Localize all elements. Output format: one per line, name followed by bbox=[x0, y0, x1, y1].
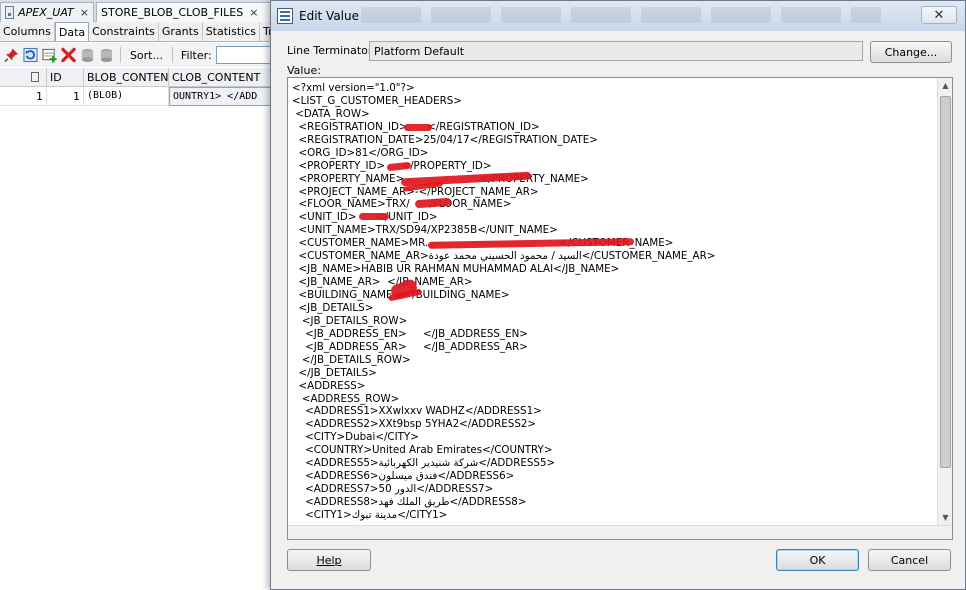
value-line: <REGISTRATION_DATE>25/04/17</REGISTRATIO… bbox=[292, 133, 598, 146]
column-header-id[interactable]: ID bbox=[47, 68, 84, 87]
redaction-mark bbox=[359, 213, 389, 220]
value-line: <ADDRESS5>شركة شنيدير الكهربائية</ADDRES… bbox=[292, 457, 556, 470]
value-line: <PROJECT_NAME_AR>-</PROJECT_NAME_AR> bbox=[292, 185, 539, 198]
pin-icon[interactable] bbox=[4, 47, 19, 63]
toolbar-separator bbox=[171, 47, 173, 63]
value-line: <JB_ADDRESS_EN> </JB_ADDRESS_EN> bbox=[292, 327, 528, 340]
filter-input[interactable] bbox=[215, 46, 273, 64]
tab-statistics[interactable]: Statistics bbox=[203, 22, 260, 41]
value-line: <CUSTOMER_NAME_AR>السيد / محمود الحسيني … bbox=[292, 250, 716, 263]
doc-tab-store-blob-clob-files[interactable]: STORE_BLOB_CLOB_FILES × bbox=[96, 2, 369, 84]
dialog-titlebar[interactable]: Edit Value ✕ bbox=[271, 1, 965, 31]
scroll-up-icon[interactable]: ▲ bbox=[938, 78, 953, 93]
line-terminator-field: Platform Default bbox=[369, 41, 863, 61]
value-line: <ADDRESS_ROW> bbox=[292, 392, 400, 405]
value-line: <ADDRESS2>XXt9bsp 5YHA2</ADDRESS2> bbox=[292, 418, 537, 431]
blob-content-cell[interactable]: (BLOB) bbox=[84, 87, 169, 106]
commit-icon[interactable] bbox=[80, 47, 95, 63]
close-tab-icon[interactable]: × bbox=[80, 6, 89, 19]
value-line: <REGISTRATION_ID> </REGISTRATION_ID> bbox=[298, 120, 540, 133]
horizontal-scrollbar[interactable] bbox=[288, 525, 952, 539]
scrollbar-thumb[interactable] bbox=[940, 96, 951, 468]
dialog-title: Edit Value bbox=[299, 9, 360, 23]
value-line: <COUNTRY>United Arab Emirates</COUNTRY> bbox=[292, 444, 553, 457]
edit-value-dialog: Edit Value ✕ Line Terminator: Platform D… bbox=[270, 0, 966, 590]
value-line: <?xml version="1.0"?> bbox=[292, 82, 415, 94]
doc-tab-label: APEX_UAT bbox=[18, 6, 74, 19]
value-line: <JB_DETAILS> bbox=[292, 301, 374, 314]
value-line: <DATA_ROW> bbox=[292, 107, 370, 120]
background-tabs-ghost bbox=[361, 7, 881, 23]
id-cell[interactable]: 1 bbox=[47, 87, 84, 106]
toolbar-separator bbox=[120, 47, 121, 63]
tab-data[interactable]: Data bbox=[54, 22, 90, 41]
tab-grants[interactable]: Grants bbox=[159, 22, 203, 41]
vertical-scrollbar[interactable]: ▲ ▼ bbox=[937, 78, 952, 525]
value-line: </JB_DETAILS_ROW> bbox=[292, 353, 411, 366]
value-line: <FLOOR_NAME>TRX/ /FLOOR_NAME> bbox=[292, 198, 512, 211]
row-number-cell[interactable]: 1 bbox=[0, 87, 47, 106]
close-tab-icon[interactable]: × bbox=[249, 6, 258, 19]
column-header-clob-content[interactable]: CLOB_CONTENT bbox=[169, 68, 272, 87]
line-terminator-label: Line Terminator: bbox=[287, 44, 376, 57]
sql-worksheet-icon bbox=[5, 6, 15, 19]
doc-tab-apex-uat[interactable]: APEX_UAT × bbox=[0, 2, 94, 22]
change-button[interactable]: Change... bbox=[870, 41, 952, 63]
filter-label: Filter: bbox=[180, 48, 212, 62]
value-line: <UNIT_NAME>TRX/SD94/XP2385B</UNIT_NAME> bbox=[292, 224, 558, 237]
value-line: <LIST_G_CUSTOMER_HEADERS> bbox=[292, 94, 462, 107]
insert-row-icon[interactable] bbox=[42, 47, 57, 63]
tab-columns[interactable]: Columns bbox=[0, 22, 55, 41]
value-line: <JB_ADDRESS_AR> </JB_ADDRESS_AR> bbox=[292, 340, 528, 353]
document-tab-bar: APEX_UAT × STORE_BLOB_CLOB_FILES × bbox=[0, 0, 369, 84]
value-line: <ADDRESS8>طريق الملك فهد</ADDRESS8> bbox=[292, 496, 527, 508]
value-line: <JB_NAME_AR> </JB_NAME_AR> bbox=[292, 276, 473, 289]
table-row[interactable]: 1 1 (BLOB) OUNTRY1> </ADD bbox=[0, 87, 272, 106]
value-text-area[interactable]: <?xml version="1.0"?> <LIST_G_CUSTOMER_HE… bbox=[292, 82, 935, 523]
scroll-down-icon[interactable]: ▼ bbox=[938, 510, 953, 525]
grid-header-row: ID BLOB_CONTENT CLOB_CONTENT bbox=[0, 68, 272, 87]
value-line: <ADDRESS1>XXwlxxv WADHZ</ADDRESS1> bbox=[292, 405, 542, 418]
value-line: <ADDRESS6>فندق ميسلون</ADDRESS6> bbox=[292, 470, 515, 483]
cancel-button[interactable]: Cancel bbox=[868, 549, 951, 571]
freeze-column-icon bbox=[31, 72, 39, 82]
value-line: <CITY1>مدينة تبوك</CITY1> bbox=[292, 508, 448, 521]
value-line: <CITY>Dubai</CITY> bbox=[292, 431, 419, 444]
redaction-mark bbox=[404, 124, 432, 131]
value-line: <PROPERTY_NAME> </PROPERTY_NAME> bbox=[298, 172, 589, 185]
value-line: <ORG_ID>81</ORG_ID> bbox=[292, 146, 429, 159]
value-editor[interactable]: <?xml version="1.0"?> <LIST_G_CUSTOMER_HE… bbox=[287, 77, 953, 540]
value-line: </JB_DETAILS> bbox=[292, 366, 377, 379]
table-editor-panel: APEX_UAT × STORE_BLOB_CLOB_FILES × Colum… bbox=[0, 0, 369, 590]
data-toolbar: Sort... Filter: bbox=[0, 43, 273, 67]
sort-button[interactable]: Sort... bbox=[127, 48, 166, 63]
help-button[interactable]: Help bbox=[287, 549, 371, 571]
column-header-rownum[interactable] bbox=[0, 68, 47, 87]
ok-button[interactable]: OK bbox=[776, 549, 859, 571]
value-line: <ADDRESS> bbox=[292, 379, 366, 392]
doc-tab-label: STORE_BLOB_CLOB_FILES bbox=[101, 6, 244, 19]
data-grid: ID BLOB_CONTENT CLOB_CONTENT 1 1 (BLOB) … bbox=[0, 68, 272, 106]
refresh-icon[interactable] bbox=[23, 47, 38, 63]
value-line: <JB_NAME>HABIB UR RAHMAN MUHAMMAD ALAI</… bbox=[292, 263, 620, 276]
value-line: <JB_DETAILS_ROW> bbox=[292, 314, 408, 327]
value-line: <ADDRESS7>50 الدور</ADDRESS7> bbox=[292, 483, 494, 496]
edit-value-icon bbox=[277, 8, 293, 24]
value-label: Value: bbox=[287, 64, 321, 77]
object-sub-tabs: Columns Data Constraints Grants Statisti… bbox=[0, 22, 305, 42]
clob-content-cell[interactable]: OUNTRY1> </ADD bbox=[169, 87, 272, 106]
help-button-label: Help bbox=[316, 553, 342, 567]
tab-constraints[interactable]: Constraints bbox=[89, 22, 159, 41]
column-header-blob-content[interactable]: BLOB_CONTENT bbox=[84, 68, 169, 87]
rollback-icon[interactable] bbox=[99, 47, 114, 63]
value-line: <COUNTRY1> </COUNTRY1> bbox=[292, 522, 935, 523]
close-dialog-button[interactable]: ✕ bbox=[921, 6, 957, 24]
delete-row-icon[interactable] bbox=[61, 47, 76, 63]
